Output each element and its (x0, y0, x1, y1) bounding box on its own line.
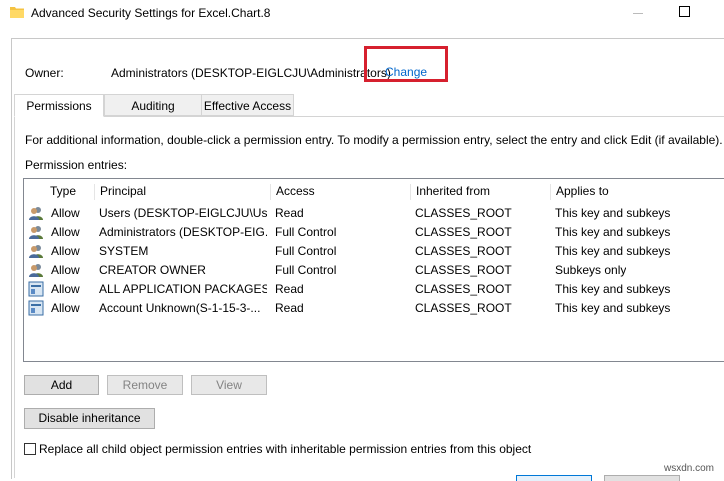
table-row[interactable]: Allow Account Unknown(S-1-15-3-... Read … (24, 299, 724, 317)
cell-type: Allow (51, 244, 80, 258)
cell-type: Allow (51, 225, 80, 239)
cell-principal: Administrators (DESKTOP-EIG... (99, 225, 267, 239)
owner-label: Owner: (25, 66, 64, 80)
replace-child-permissions-checkbox[interactable] (24, 443, 36, 455)
cell-access: Read (275, 206, 304, 220)
title-bar: Advanced Security Settings for Excel.Cha… (0, 0, 724, 28)
cell-inherited-from: CLASSES_ROOT (415, 244, 512, 258)
cell-type: Allow (51, 301, 80, 315)
table-row[interactable]: Allow SYSTEM Full Control CLASSES_ROOT T… (24, 242, 724, 260)
column-header-type[interactable]: Type (45, 184, 76, 200)
watermark: wsxdn.com (664, 463, 715, 474)
replace-child-permissions-label[interactable]: Replace all child object permission entr… (39, 442, 531, 456)
folder-icon (10, 7, 24, 18)
tab-auditing[interactable]: Auditing (104, 94, 202, 116)
cell-principal: ALL APPLICATION PACKAGES (99, 282, 267, 296)
column-header-principal[interactable]: Principal (94, 184, 146, 200)
minimize-button[interactable] (620, 2, 656, 24)
cell-applies-to: This key and subkeys (555, 282, 671, 296)
add-button[interactable]: Add (24, 375, 99, 395)
permission-entries-label: Permission entries: (25, 158, 128, 172)
cell-type: Allow (51, 282, 80, 296)
maximize-button[interactable] (666, 2, 702, 24)
cell-type: Allow (51, 206, 80, 220)
column-header-access[interactable]: Access (270, 184, 315, 200)
cell-applies-to: This key and subkeys (555, 225, 671, 239)
users-icon (29, 226, 43, 239)
ok-button[interactable] (516, 475, 592, 481)
app-packages-icon (28, 281, 44, 297)
tab-permissions[interactable]: Permissions (14, 94, 104, 117)
cell-principal: Account Unknown(S-1-15-3-... (99, 301, 261, 315)
highlight-annotation (364, 46, 448, 82)
column-header-inherited-from[interactable]: Inherited from (410, 184, 490, 200)
cell-applies-to: This key and subkeys (555, 301, 671, 315)
cancel-button[interactable] (604, 475, 680, 481)
cell-access: Full Control (275, 225, 337, 239)
cell-applies-to: This key and subkeys (555, 206, 671, 220)
info-text: For additional information, double-click… (25, 133, 723, 147)
users-icon (29, 207, 43, 220)
tab-effective-access[interactable]: Effective Access (201, 94, 294, 116)
cell-access: Full Control (275, 263, 337, 277)
cell-principal: Users (DESKTOP-EIGLCJU\Use... (99, 206, 267, 220)
table-row[interactable]: Allow Administrators (DESKTOP-EIG... Ful… (24, 223, 724, 241)
cell-access: Full Control (275, 244, 337, 258)
cell-inherited-from: CLASSES_ROOT (415, 206, 512, 220)
table-row[interactable]: Allow CREATOR OWNER Full Control CLASSES… (24, 261, 724, 279)
cell-principal: SYSTEM (99, 244, 149, 258)
remove-button[interactable]: Remove (107, 375, 183, 395)
owner-value: Administrators (DESKTOP-EIGLCJU\Administ… (111, 66, 391, 80)
column-header-applies-to[interactable]: Applies to (550, 184, 609, 200)
disable-inheritance-button[interactable]: Disable inheritance (24, 408, 155, 429)
cell-inherited-from: CLASSES_ROOT (415, 301, 512, 315)
table-row[interactable]: Allow Users (DESKTOP-EIGLCJU\Use... Read… (24, 204, 724, 222)
cell-inherited-from: CLASSES_ROOT (415, 282, 512, 296)
permission-entries-list[interactable]: Type Principal Access Inherited from App… (23, 178, 724, 362)
table-row[interactable]: Allow ALL APPLICATION PACKAGES Read CLAS… (24, 280, 724, 298)
view-button[interactable]: View (191, 375, 267, 395)
cell-type: Allow (51, 263, 80, 277)
cell-inherited-from: CLASSES_ROOT (415, 263, 512, 277)
cell-applies-to: Subkeys only (555, 263, 627, 277)
window-title: Advanced Security Settings for Excel.Cha… (31, 6, 271, 20)
cell-access: Read (275, 282, 304, 296)
cell-inherited-from: CLASSES_ROOT (415, 225, 512, 239)
cell-applies-to: This key and subkeys (555, 244, 671, 258)
cell-principal: CREATOR OWNER (99, 263, 206, 277)
users-icon (29, 264, 43, 277)
cell-access: Read (275, 301, 304, 315)
app-packages-icon (28, 300, 44, 316)
users-icon (29, 245, 43, 258)
